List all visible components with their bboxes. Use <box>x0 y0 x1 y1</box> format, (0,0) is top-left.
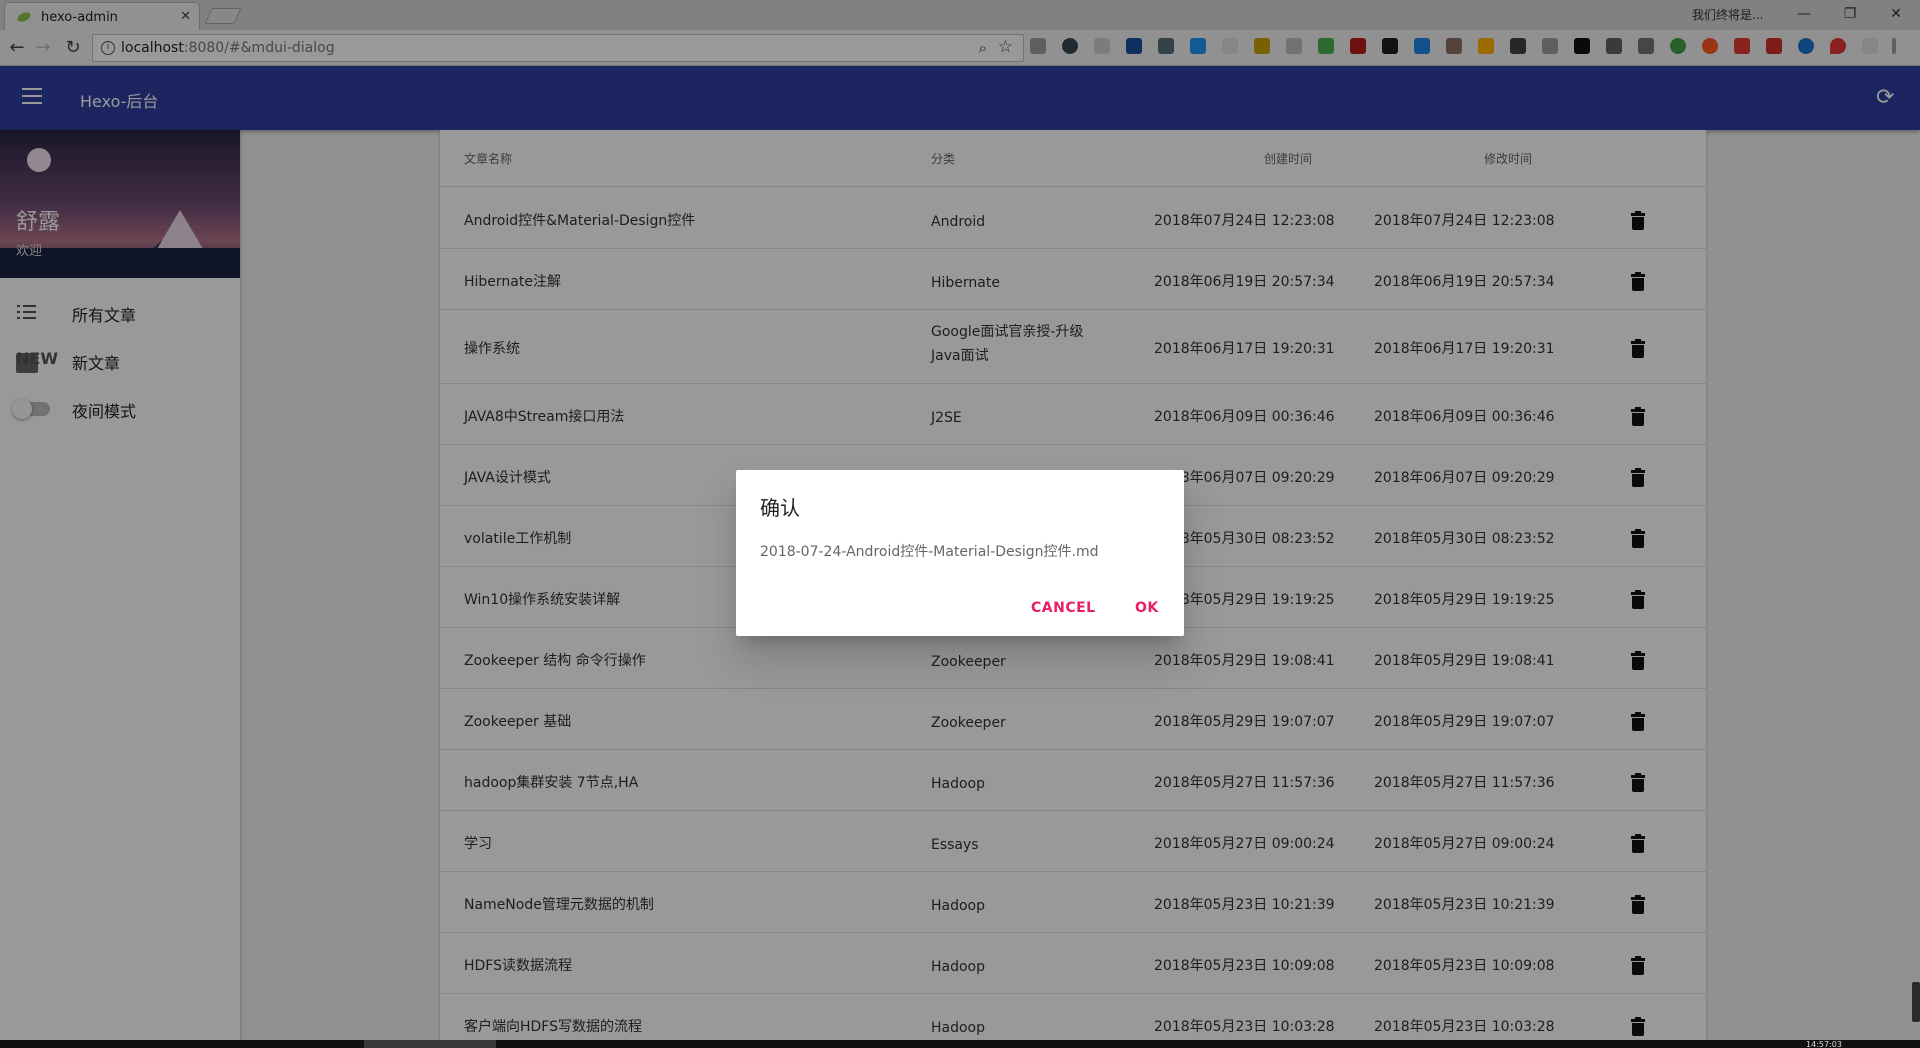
taskbar-clock: 14:57:03 <box>1806 1040 1842 1048</box>
dialog-content: 2018-07-24-Android控件-Material-Design控件.m… <box>760 544 1099 560</box>
side-handle[interactable] <box>1912 982 1920 1022</box>
dialog-title: 确认 <box>760 496 800 520</box>
taskbar <box>0 1040 1920 1048</box>
ok-button[interactable]: OK <box>1135 600 1159 616</box>
taskbar-active-item[interactable] <box>364 1040 496 1048</box>
confirm-dialog: 确认 2018-07-24-Android控件-Material-Design控… <box>736 470 1184 636</box>
cancel-button[interactable]: CANCEL <box>1031 600 1096 616</box>
